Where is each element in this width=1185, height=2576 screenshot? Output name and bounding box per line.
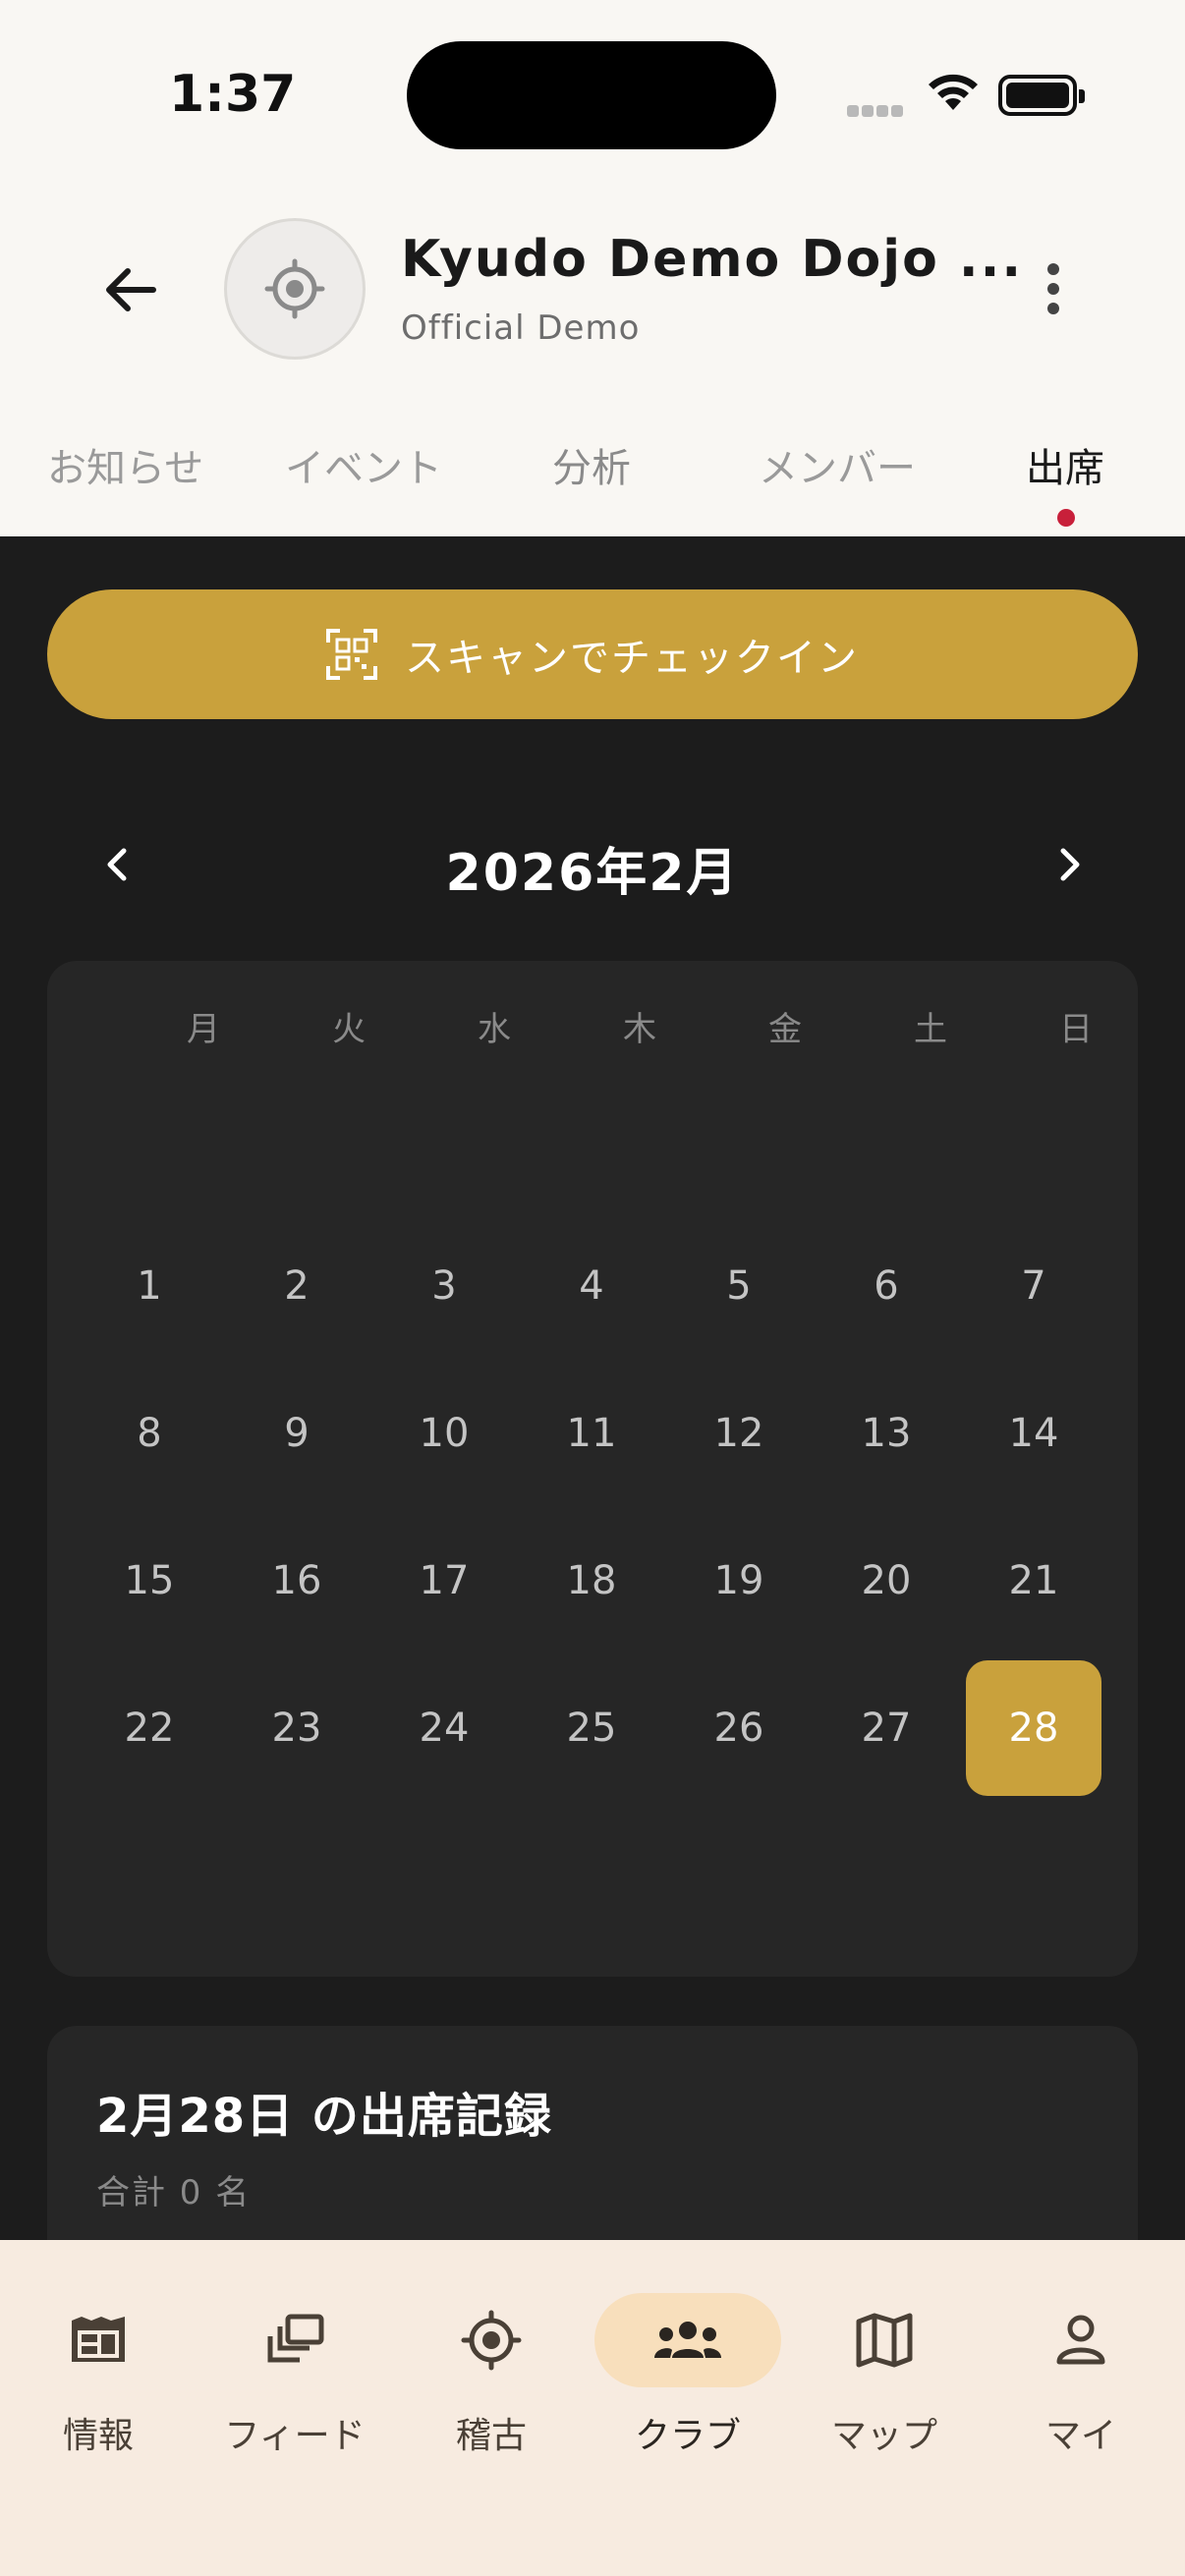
more-options-icon[interactable] [1034, 255, 1073, 334]
weekday-label: 水 [478, 1010, 511, 1049]
calendar-day[interactable]: 17 [376, 1513, 512, 1649]
nav-item-practice[interactable]: 稽古 [393, 2279, 590, 2456]
nav-label-club: クラブ [634, 2416, 741, 2456]
club-subtitle: Official Demo [401, 308, 641, 348]
tab-events[interactable]: イベント [285, 436, 442, 493]
status-bar: 1:37 [0, 0, 1185, 187]
calendar-day[interactable]: 26 [671, 1660, 807, 1796]
calendar-day-selected[interactable]: 28 [966, 1660, 1101, 1796]
calendar-day[interactable]: 8 [82, 1366, 217, 1501]
weekday-label: 日 [1059, 1010, 1093, 1049]
calendar-day[interactable]: 13 [818, 1366, 954, 1501]
tab-announcements[interactable]: お知らせ [47, 436, 203, 493]
calendar-day[interactable]: 7 [966, 1218, 1101, 1354]
chevron-right-icon[interactable] [1047, 843, 1091, 886]
calendar-day[interactable]: 14 [966, 1366, 1101, 1501]
nav-item-my[interactable]: マイ [983, 2279, 1179, 2456]
tab-analytics[interactable]: 分析 [552, 436, 631, 493]
weekday-label: 火 [332, 1010, 366, 1049]
calendar-day[interactable]: 4 [524, 1218, 659, 1354]
back-arrow-icon[interactable] [98, 257, 163, 322]
calendar-day[interactable]: 25 [524, 1660, 659, 1796]
club-avatar[interactable] [224, 218, 366, 360]
club-header: Kyudo Demo Dojo ... Official Demo [0, 187, 1185, 403]
calendar-day[interactable]: 15 [82, 1513, 217, 1649]
calendar-day[interactable]: 19 [671, 1513, 807, 1649]
battery-icon [998, 75, 1085, 116]
target-icon [264, 258, 325, 319]
calendar-day[interactable]: 1 [82, 1218, 217, 1354]
status-time: 1:37 [169, 65, 297, 124]
map-icon [856, 2313, 913, 2368]
calendar-day[interactable]: 9 [229, 1366, 365, 1501]
dynamic-island [407, 41, 776, 149]
calendar-day[interactable]: 23 [229, 1660, 365, 1796]
wifi-icon [929, 74, 978, 110]
nav-item-info[interactable]: 情報 [0, 2279, 197, 2456]
calendar-day[interactable]: 2 [229, 1218, 365, 1354]
active-tab-indicator [1057, 509, 1075, 527]
nav-label-practice: 稽古 [455, 2416, 527, 2456]
calendar-day[interactable]: 5 [671, 1218, 807, 1354]
calendar-day[interactable]: 27 [818, 1660, 954, 1796]
calendar-day[interactable]: 3 [376, 1218, 512, 1354]
nav-label-info: 情報 [62, 2416, 134, 2456]
attendance-record-title: 2月28日 の出席記録 [96, 2089, 552, 2144]
newspaper-icon [72, 2317, 125, 2362]
calendar-day[interactable]: 6 [818, 1218, 954, 1354]
calendar-day[interactable]: 22 [82, 1660, 217, 1796]
calendar-day[interactable]: 11 [524, 1366, 659, 1501]
group-icon [654, 2322, 721, 2358]
nav-label-my: マイ [1044, 2416, 1116, 2456]
weekday-label: 木 [623, 1010, 656, 1049]
nav-item-map[interactable]: マップ [786, 2279, 983, 2456]
target-icon [461, 2310, 522, 2371]
tab-members[interactable]: メンバー [759, 436, 916, 493]
nav-item-club[interactable]: クラブ [590, 2279, 786, 2456]
calendar-day[interactable]: 20 [818, 1513, 954, 1649]
calendar-day[interactable]: 10 [376, 1366, 512, 1501]
nav-item-feed[interactable]: フィード [197, 2279, 393, 2456]
attendance-calendar: 月 火 水 木 金 土 日 1 2 3 4 5 6 7 8 9 10 11 12… [47, 961, 1138, 1977]
weekday-label: 土 [914, 1010, 947, 1049]
nav-label-feed: フィード [224, 2416, 366, 2456]
calendar-day[interactable]: 18 [524, 1513, 659, 1649]
nav-label-map: マップ [830, 2416, 937, 2456]
weekday-label: 金 [768, 1010, 802, 1049]
weekday-label: 月 [187, 1010, 220, 1049]
stack-icon [267, 2314, 324, 2363]
club-name: Kyudo Demo Dojo ... [401, 230, 1024, 289]
calendar-day[interactable]: 12 [671, 1366, 807, 1501]
scan-checkin-button[interactable]: スキャンでチェックイン [47, 589, 1138, 719]
calendar-day[interactable]: 24 [376, 1660, 512, 1796]
qr-scan-icon [326, 629, 377, 680]
attendance-total-count: 合計 0 名 [96, 2173, 252, 2212]
scan-checkin-label: スキャンでチェックイン [405, 636, 859, 681]
calendar-month-title: 2026年2月 [445, 844, 740, 903]
calendar-day[interactable]: 21 [966, 1513, 1101, 1649]
person-icon [1056, 2315, 1105, 2365]
tab-attendance[interactable]: 出席 [1026, 436, 1104, 493]
club-tabs: お知らせ イベント 分析 メンバー 出席 [0, 403, 1185, 536]
calendar-day[interactable]: 16 [229, 1513, 365, 1649]
cellular-signal-icon [847, 102, 906, 121]
bottom-navigation: 情報 フィード 稽古 クラブ マップ マイ [0, 2240, 1185, 2576]
